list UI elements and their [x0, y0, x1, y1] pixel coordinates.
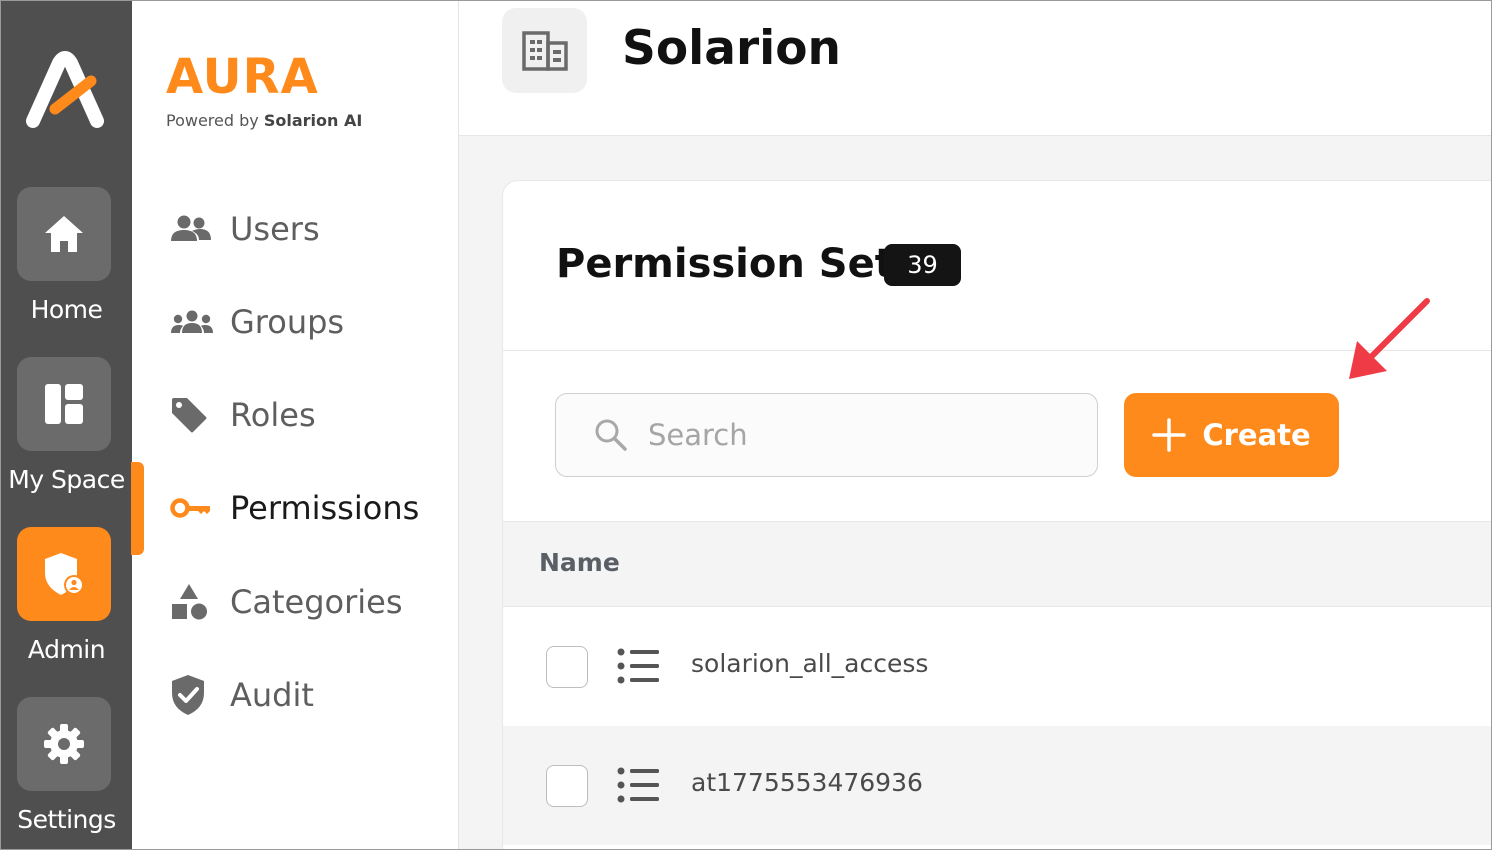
nav-item-categories[interactable]: Categories [170, 577, 402, 627]
app-window: Home My Space Admin Settings AURA Powere… [0, 0, 1492, 850]
groups-icon [170, 300, 214, 344]
powered-by-name: Solarion AI [263, 111, 363, 130]
org-avatar[interactable] [502, 8, 587, 93]
dashboard-icon [45, 384, 83, 424]
rail-admin-button[interactable] [17, 527, 111, 621]
rail-admin-label[interactable]: Admin [1, 635, 132, 664]
shapes-icon [170, 580, 214, 624]
list-icon [617, 648, 659, 684]
org-header: Solarion [459, 1, 1491, 136]
org-name: Solarion [622, 21, 842, 76]
users-icon [170, 207, 214, 251]
rail-settings-button[interactable] [17, 697, 111, 791]
row-checkbox[interactable] [546, 765, 588, 807]
nav-item-roles[interactable]: Roles [170, 390, 316, 440]
rail-settings-label[interactable]: Settings [1, 805, 132, 834]
powered-by-prefix: Powered by [166, 111, 259, 130]
admin-shield-icon [45, 553, 84, 595]
annotation-arrow-icon [1349, 298, 1430, 379]
permission-sets-card: Permission Sets 39 Create [502, 180, 1491, 849]
page-title: Permission Sets [556, 241, 918, 287]
search-box[interactable] [555, 393, 1098, 477]
nav-item-audit[interactable]: Audit [170, 670, 314, 720]
nav-label-categories: Categories [230, 583, 403, 621]
create-button[interactable]: Create [1124, 393, 1339, 477]
create-button-label: Create [1202, 418, 1311, 452]
count-badge: 39 [884, 244, 961, 286]
row-name[interactable]: solarion_all_access [691, 649, 928, 678]
rail-home-label[interactable]: Home [1, 295, 132, 324]
admin-nav: AURA Powered by Solarion AI Users Groups… [131, 1, 459, 849]
rail-home-button[interactable] [17, 187, 111, 281]
nav-item-groups[interactable]: Groups [170, 297, 344, 347]
rail-myspace-button[interactable] [17, 357, 111, 451]
shield-check-icon [170, 673, 214, 717]
search-input[interactable] [648, 418, 1068, 452]
row-checkbox[interactable] [546, 646, 588, 688]
aura-logo-icon[interactable] [25, 51, 105, 131]
main-content: Solarion Permission Sets 39 Create [459, 1, 1491, 849]
tag-icon [170, 393, 214, 437]
home-icon [45, 216, 83, 252]
table-row[interactable]: solarion_all_access [503, 607, 1491, 726]
building-icon [521, 30, 568, 71]
nav-item-users[interactable]: Users [170, 204, 320, 254]
brand-name: AURA [166, 49, 319, 105]
plus-icon [1152, 418, 1187, 452]
nav-label-groups: Groups [230, 303, 345, 341]
nav-item-permissions[interactable]: Permissions [170, 483, 419, 533]
nav-label-users: Users [230, 210, 320, 248]
gear-icon [44, 724, 84, 764]
table-row[interactable]: at1775553476936 [503, 726, 1491, 845]
row-name[interactable]: at1775553476936 [691, 768, 923, 797]
rail-myspace-label[interactable]: My Space [1, 465, 132, 494]
brand-powered-by: Powered by Solarion AI [166, 111, 362, 130]
nav-label-permissions: Permissions [230, 489, 420, 527]
nav-label-audit: Audit [230, 676, 314, 714]
app-rail: Home My Space Admin Settings [1, 1, 132, 849]
column-header-name[interactable]: Name [539, 548, 620, 577]
nav-active-indicator [131, 462, 144, 555]
list-icon [617, 767, 659, 803]
table-header: Name [503, 521, 1491, 607]
nav-label-roles: Roles [230, 396, 316, 434]
search-icon [595, 419, 627, 451]
key-icon [170, 486, 214, 530]
